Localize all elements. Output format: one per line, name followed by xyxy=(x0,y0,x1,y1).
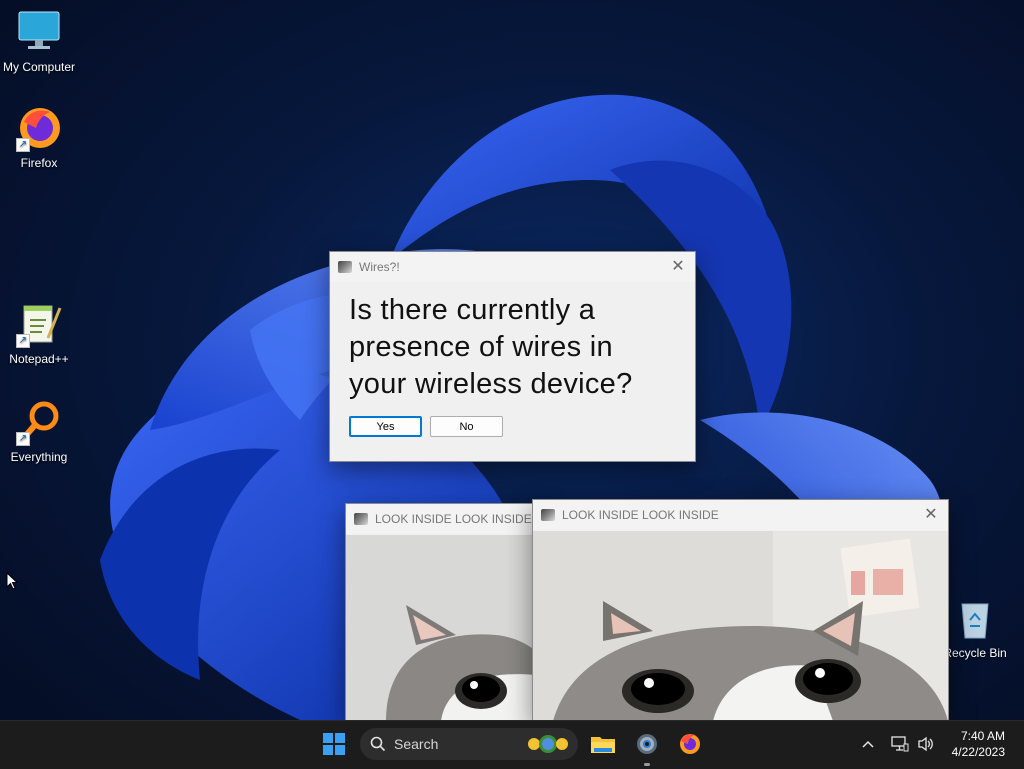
no-button[interactable]: No xyxy=(430,416,503,437)
shortcut-arrow-icon: ↗ xyxy=(16,432,30,446)
volume-icon[interactable] xyxy=(912,728,940,760)
monitor-icon xyxy=(16,10,62,56)
desktop-icon-everything[interactable]: ↗ Everything xyxy=(0,400,78,464)
windows-start-icon[interactable] xyxy=(318,728,350,760)
network-icon[interactable] xyxy=(886,728,914,760)
shortcut-arrow-icon: ↗ xyxy=(16,138,30,152)
app-icon xyxy=(338,261,352,273)
clock-time: 7:40 AM xyxy=(960,729,1005,743)
app-icon xyxy=(354,513,368,525)
dialog-title: Wires?! xyxy=(359,260,400,274)
clock-date: 4/22/2023 xyxy=(951,745,1005,759)
cat-image xyxy=(346,535,546,721)
cat-image xyxy=(533,531,948,721)
close-icon[interactable]: ✕ xyxy=(922,506,940,524)
desktop-icon-label: Notepad++ xyxy=(9,352,69,366)
desktop-icon-label: Firefox xyxy=(20,156,58,170)
search-placeholder: Search xyxy=(394,736,439,752)
window-title: LOOK INSIDE LOOK INSIDE xyxy=(375,512,532,526)
desktop-icon-firefox[interactable]: ↗ Firefox xyxy=(0,106,78,170)
taskbar-clock[interactable]: 7:40 AM 4/22/2023 xyxy=(952,728,1005,760)
file-explorer-icon[interactable] xyxy=(587,728,619,760)
search-highlight-icon xyxy=(524,733,572,758)
cat-window-2[interactable]: LOOK INSIDE LOOK INSIDE ✕ xyxy=(532,499,949,722)
cat-window-1[interactable]: LOOK INSIDE LOOK INSIDE xyxy=(345,503,547,722)
settings-icon[interactable] xyxy=(631,728,663,766)
cat-window-2-titlebar[interactable]: LOOK INSIDE LOOK INSIDE ✕ xyxy=(533,500,948,530)
notepadpp-icon: ↗ xyxy=(16,302,62,348)
app-icon xyxy=(541,509,555,521)
dialog-question: Is there currently a presence of wires i… xyxy=(349,294,633,400)
chevron-up-icon[interactable] xyxy=(854,728,882,760)
window-title: LOOK INSIDE LOOK INSIDE xyxy=(562,508,719,522)
close-icon[interactable]: ✕ xyxy=(669,258,687,276)
firefox-icon: ↗ xyxy=(16,106,62,152)
yes-button[interactable]: Yes xyxy=(349,416,422,437)
cat-window-1-titlebar[interactable]: LOOK INSIDE LOOK INSIDE xyxy=(346,504,546,534)
active-indicator xyxy=(644,763,650,766)
taskbar-search[interactable]: Search xyxy=(360,728,578,760)
dialog-titlebar[interactable]: Wires?! ✕ xyxy=(330,252,695,282)
mouse-cursor-icon xyxy=(6,572,18,590)
desktop-icon-label: Everything xyxy=(10,450,68,464)
search-icon xyxy=(370,736,386,752)
desktop-icon-label: My Computer xyxy=(2,60,76,74)
desktop-icon-my-computer[interactable]: My Computer xyxy=(0,10,78,74)
desktop-icon-notepadpp[interactable]: ↗ Notepad++ xyxy=(0,302,78,366)
shortcut-arrow-icon: ↗ xyxy=(16,334,30,348)
firefox-icon[interactable] xyxy=(674,728,706,760)
recycle-bin-icon xyxy=(952,596,998,642)
wires-dialog[interactable]: Wires?! ✕ Is there currently a presence … xyxy=(329,251,696,462)
everything-icon: ↗ xyxy=(16,400,62,446)
